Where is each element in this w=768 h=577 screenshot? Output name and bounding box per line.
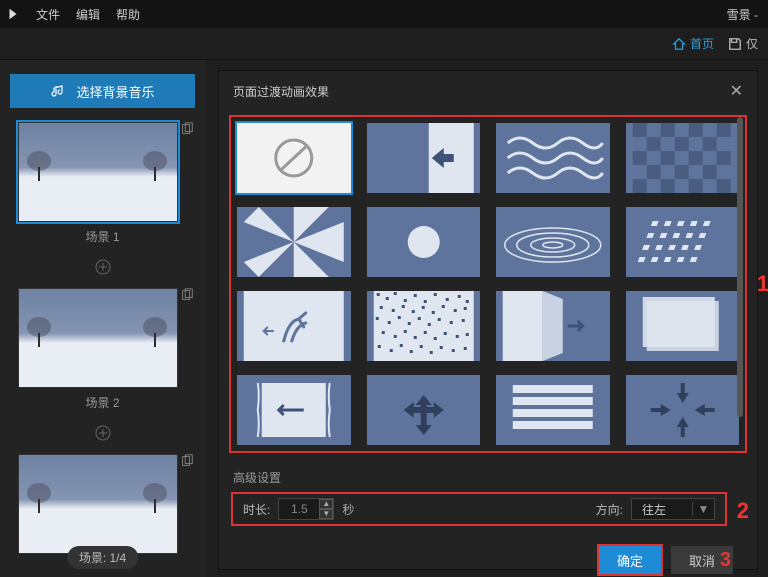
- effect-arrows-out[interactable]: [367, 375, 481, 445]
- annotation-3: 3: [720, 549, 731, 572]
- effect-none[interactable]: [237, 123, 351, 193]
- duration-label: 时长:: [243, 501, 270, 518]
- duplicate-icon[interactable]: [180, 122, 194, 139]
- scene-counter: 场景: 1/4: [67, 546, 138, 569]
- duplicate-icon[interactable]: [180, 288, 194, 305]
- effect-iris[interactable]: [367, 207, 481, 277]
- transition-dialog: 页面过渡动画效果 ✕: [218, 70, 758, 570]
- scene-thumb-2[interactable]: [18, 288, 178, 388]
- home-label: 首页: [690, 35, 714, 52]
- home-link[interactable]: 首页: [672, 35, 714, 52]
- spin-up-icon[interactable]: ▲: [319, 499, 333, 509]
- duplicate-icon[interactable]: [180, 454, 194, 471]
- add-scene-button[interactable]: [10, 423, 195, 454]
- spin-down-icon[interactable]: ▼: [319, 509, 333, 519]
- direction-label: 方向:: [596, 501, 623, 518]
- music-icon: [50, 83, 66, 99]
- close-icon[interactable]: ✕: [730, 81, 743, 101]
- menu-help[interactable]: 帮助: [108, 6, 148, 23]
- save-label: 仅: [746, 35, 758, 52]
- window-title: 雪景 -: [727, 6, 762, 23]
- effect-pinwheel[interactable]: [237, 207, 351, 277]
- annotation-2: 2: [737, 498, 749, 524]
- duration-input[interactable]: [279, 502, 319, 516]
- effect-swipe[interactable]: [237, 291, 351, 361]
- home-icon: [672, 37, 686, 51]
- duration-unit: 秒: [342, 501, 354, 518]
- chevron-down-icon[interactable]: ▼: [692, 502, 714, 516]
- effect-push-right[interactable]: [367, 123, 481, 193]
- scene-label: 场景 2: [18, 388, 188, 415]
- menu-file[interactable]: 文件: [28, 6, 68, 23]
- menu-edit[interactable]: 编辑: [68, 6, 108, 23]
- effect-arrows-in[interactable]: [626, 375, 740, 445]
- scene-label: 场景 1: [18, 222, 188, 249]
- effect-slide-left[interactable]: [237, 375, 351, 445]
- effect-dots[interactable]: [626, 207, 740, 277]
- bg-music-button[interactable]: 选择背景音乐: [10, 74, 195, 108]
- effect-door[interactable]: [496, 291, 610, 361]
- effects-grid: [237, 123, 739, 445]
- bg-music-label: 选择背景音乐: [76, 82, 154, 101]
- scene-thumb-1[interactable]: [18, 122, 178, 222]
- effect-zoom[interactable]: [626, 291, 740, 361]
- annotation-1: 1: [757, 271, 768, 297]
- add-scene-button[interactable]: [10, 257, 195, 288]
- effect-blinds[interactable]: [496, 375, 610, 445]
- effect-waves[interactable]: [496, 123, 610, 193]
- save-icon: [728, 37, 742, 51]
- direction-value: 往左: [632, 501, 692, 518]
- effect-noise[interactable]: [367, 291, 481, 361]
- dialog-scrollbar[interactable]: [737, 117, 743, 417]
- plus-icon: [95, 425, 111, 441]
- effect-checker[interactable]: [626, 123, 740, 193]
- plus-icon: [95, 259, 111, 275]
- app-logo-icon: [6, 7, 20, 21]
- duration-spinner[interactable]: ▲ ▼: [278, 498, 334, 520]
- save-link[interactable]: 仅: [728, 35, 758, 52]
- ok-button[interactable]: 确定: [599, 546, 661, 574]
- scene-thumb-3[interactable]: [18, 454, 178, 554]
- direction-select[interactable]: 往左 ▼: [631, 498, 715, 520]
- advanced-label: 高级设置: [233, 469, 757, 486]
- dialog-title: 页面过渡动画效果: [233, 83, 329, 100]
- effect-ripple[interactable]: [496, 207, 610, 277]
